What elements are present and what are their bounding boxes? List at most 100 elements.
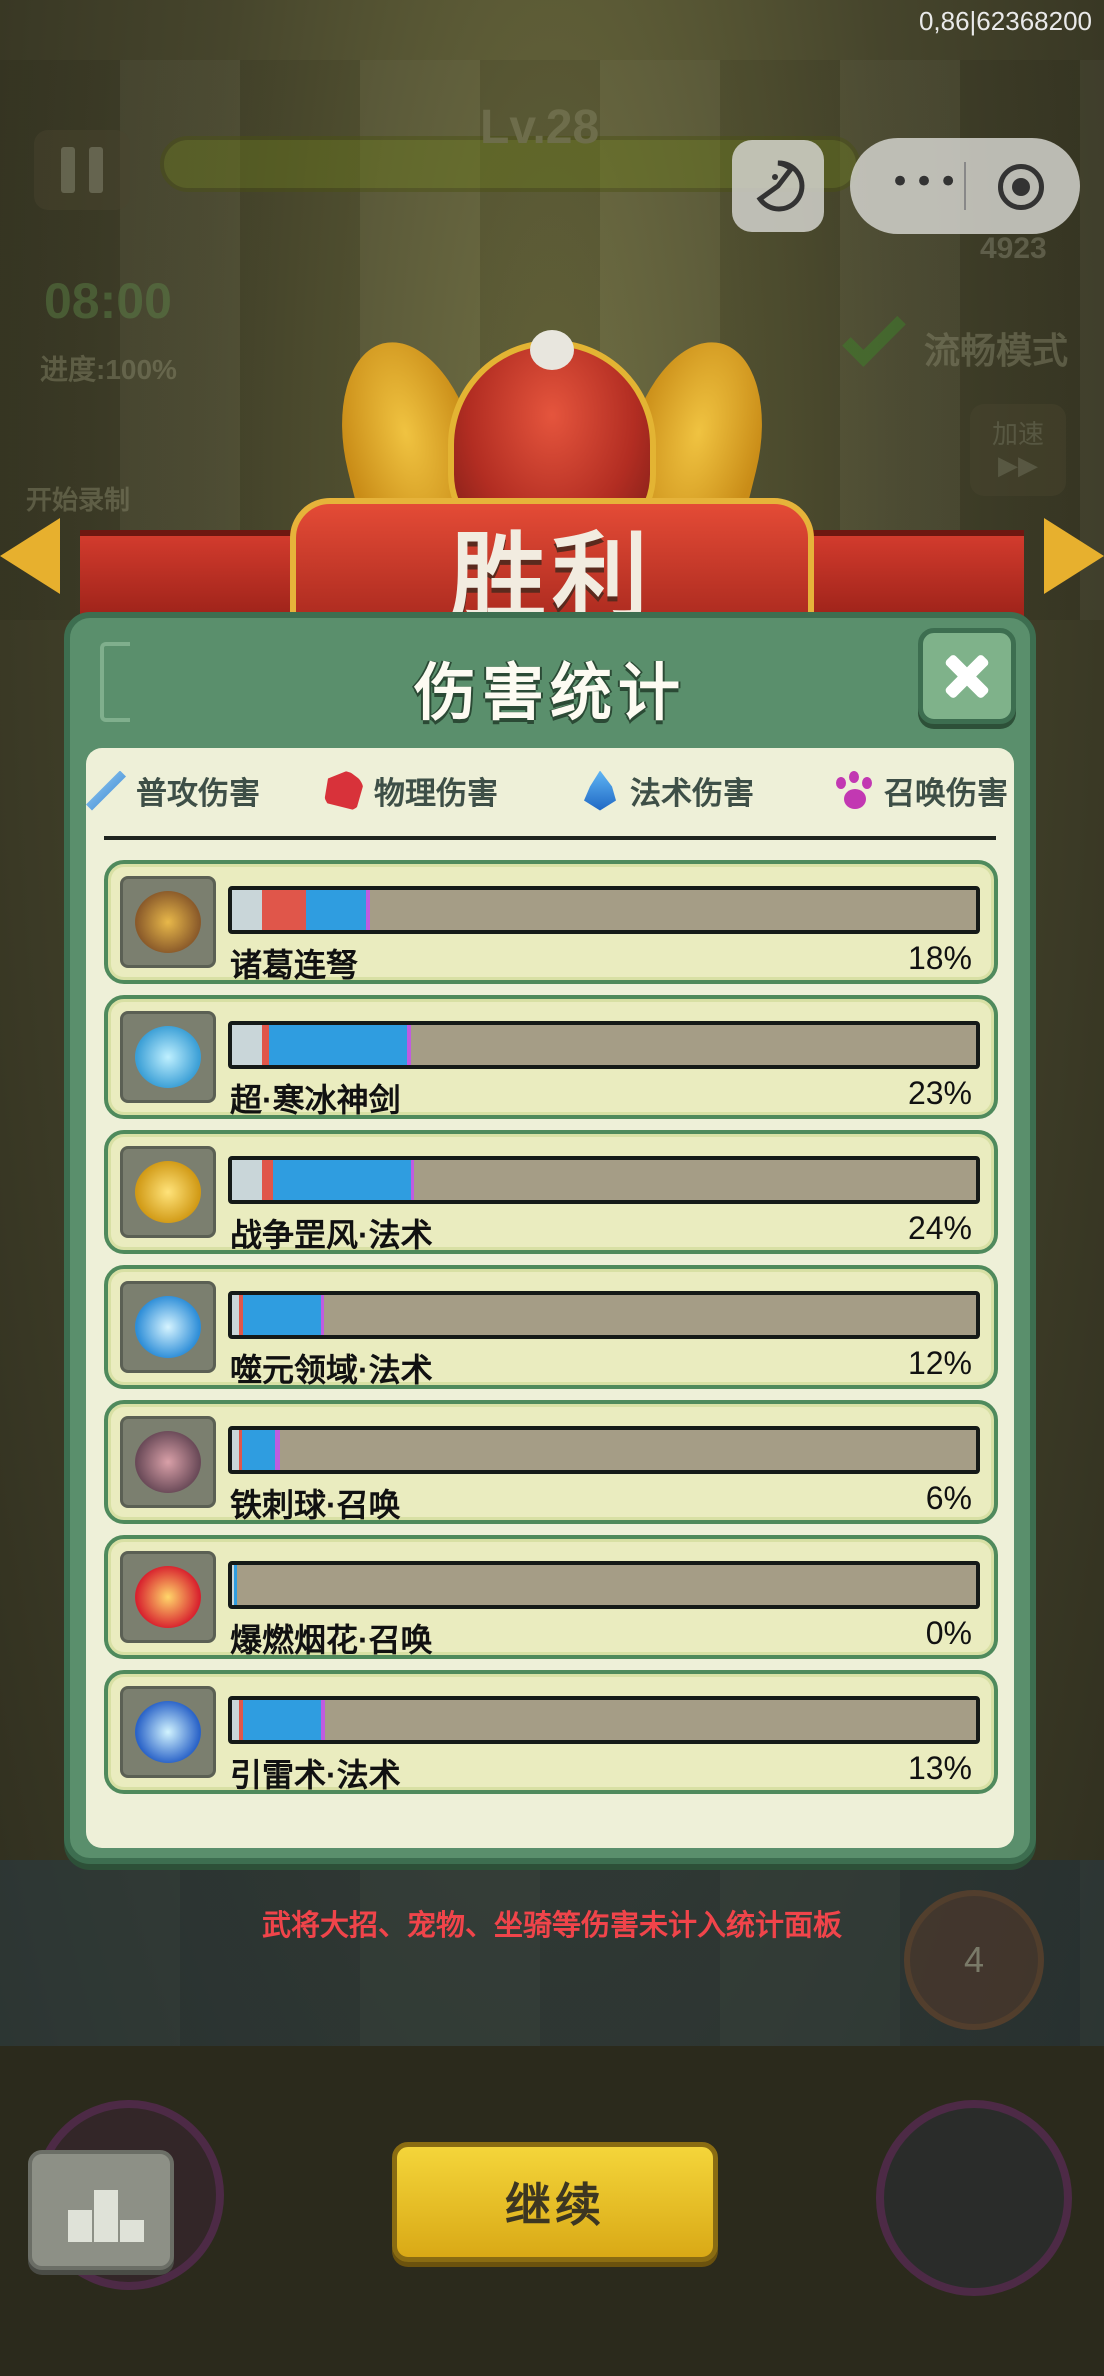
damage-bar-segment-purple [275,1430,280,1470]
skill-icon-frame [120,1686,216,1778]
damage-bar-segment-purple [321,1700,325,1740]
firework-icon [135,1566,201,1628]
ribbon-right-arrow [1044,518,1104,594]
more-icon[interactable]: ••• [890,165,962,199]
damage-bar-segment-white [232,890,262,930]
tab-label: 物理伤害 [374,776,498,811]
level-label: Lv.28 [480,101,600,154]
tab-physical[interactable]: 物理伤害 [324,768,498,813]
damage-percent: 18% [907,940,972,976]
damage-bar-segment-purple [406,1025,411,1065]
damage-percent: 6% [925,1480,972,1516]
vortex-icon [135,1296,201,1358]
speed-button[interactable]: 加速 ▶▶ [970,404,1066,496]
damage-bar-segment-purple [410,1160,415,1200]
skill-slot-right [876,2100,1072,2296]
damage-bar-segment-blue [243,1700,322,1740]
damage-bar [228,886,980,934]
skill-name: 诸葛连弩 [230,947,359,983]
damage-bar-segment-white [232,1025,262,1065]
damage-bar [228,1291,980,1339]
war-wind-icon [135,1161,201,1223]
damage-percent: 12% [907,1345,972,1381]
game-center-button[interactable] [732,140,824,232]
damage-bar [228,1426,980,1474]
spike-ball-icon [135,1431,201,1493]
helmet-crest [530,330,574,370]
damage-bar-segment-blue [269,1025,407,1065]
record-label[interactable]: 开始录制 [26,480,130,517]
rank-bar [94,2190,118,2242]
skill-icon-frame [120,1551,216,1643]
pause-icon-bar [89,147,103,193]
damage-bar [228,1561,980,1609]
paw-icon [834,770,874,811]
damage-row: 噬元领域·法术 12% [104,1265,998,1389]
sword-icon [86,770,126,811]
damage-bar [228,1696,980,1744]
damage-row: 超·寒冰神剑 23% [104,995,998,1119]
skill-name: 爆燃烟花·召唤 [230,1622,433,1658]
kill-count: 4923 [980,232,1047,265]
tab-summon[interactable]: 召唤伤害 [834,768,1008,813]
crossbow-icon [135,891,201,953]
damage-bar-segment-blue [306,890,366,930]
skill-name: 铁刺球·召唤 [230,1487,401,1523]
thunder-icon [135,1701,201,1763]
pause-icon-bar [61,147,75,193]
damage-bar-segment-red [261,1025,270,1065]
damage-percent: 13% [907,1750,972,1786]
damage-bar-segment-white [232,1700,240,1740]
timer-text: 08:00 [44,273,172,329]
skill-icon-frame [120,1416,216,1508]
skill-name: 战争罡风·法术 [230,1217,433,1253]
skill-name: 引雷术·法术 [230,1757,401,1793]
skill-badge: 4 [904,1890,1044,2030]
fast-forward-icon: ▶▶ [998,451,1038,481]
panel-content: 普攻伤害 物理伤害 法术伤害 召唤伤害 诸葛连弩 18% 超·寒冰神剑 23% … [86,748,1014,1848]
tab-normal-attack[interactable]: 普攻伤害 [86,768,260,813]
damage-row: 引雷术·法术 13% [104,1670,998,1794]
damage-percent: 23% [907,1075,972,1111]
ribbon-left-arrow [0,518,60,594]
damage-bar-segment-red [261,1160,273,1200]
skill-icon-frame [120,1011,216,1103]
tab-label: 法术伤害 [630,776,754,811]
speed-label: 加速 [991,420,1044,450]
damage-bar-segment-blue [241,1430,276,1470]
pause-button[interactable] [34,130,130,210]
damage-percent: 0% [925,1615,972,1651]
skill-name: 噬元领域·法术 [230,1352,433,1388]
damage-row: 诸葛连弩 18% [104,860,998,984]
damage-bar-segment-purple [365,890,370,930]
damage-bar [228,1021,980,1069]
damage-bar [228,1156,980,1204]
damage-type-tabs: 普攻伤害 物理伤害 法术伤害 召唤伤害 [86,758,1014,818]
tab-underline [104,836,996,840]
damage-bar-segment-purple [321,1295,325,1335]
tab-spell[interactable]: 法术伤害 [580,768,754,813]
damage-row: 爆燃烟花·召唤 0% [104,1535,998,1659]
tab-label: 普攻伤害 [136,776,260,811]
damage-bar-segment-white [232,1295,240,1335]
damage-row: 战争罡风·法术 24% [104,1130,998,1254]
skill-icon-frame [120,1281,216,1373]
rank-bar [68,2210,92,2242]
continue-button[interactable]: 继续 [392,2142,718,2262]
damage-percent: 24% [907,1210,972,1246]
damage-row: 铁刺球·召唤 6% [104,1400,998,1524]
damage-bar-segment-blue [234,1565,238,1605]
fist-icon [324,770,364,811]
smooth-mode-label[interactable]: 流畅模式 [924,322,1068,374]
progress-text: 进度:100% [40,354,177,385]
flame-icon [584,770,616,811]
status-id-text: 0,86|62368200 [918,6,1092,36]
ice-sword-icon [135,1026,201,1088]
skill-icon-frame [120,1146,216,1238]
close-program-icon[interactable] [998,164,1044,210]
pacman-icon [756,160,805,212]
skill-name: 超·寒冰神剑 [230,1082,401,1118]
damage-bar-segment-red [261,890,307,930]
close-button[interactable] [918,628,1016,724]
ranking-button[interactable] [28,2150,174,2270]
